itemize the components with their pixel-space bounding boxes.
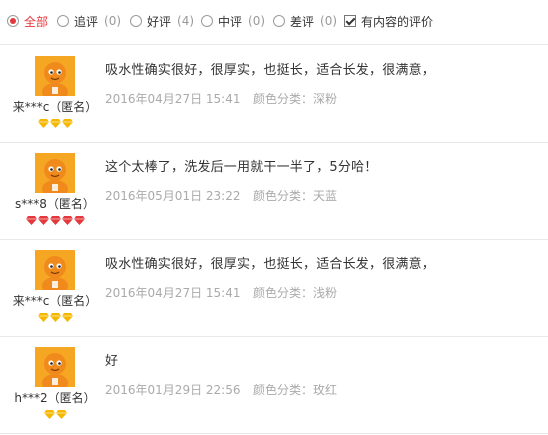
reviewer-info: s***8（匿名） xyxy=(0,143,110,239)
review-datetime: 2016年05月01日 23:22 xyxy=(105,189,241,203)
review-datetime: 2016年04月27日 15:41 xyxy=(105,92,241,106)
reviewer-name[interactable]: 来***c（匿名） xyxy=(0,292,110,309)
filter-neutral-label: 中评 xyxy=(218,14,243,29)
review-item: h***2（匿名） 好 2016年01月29日 22:56 颜色分类：玫红 xyxy=(0,337,548,434)
diamond-icon xyxy=(61,311,73,322)
review-datetime: 2016年01月29日 22:56 xyxy=(105,383,241,397)
review-meta: 2016年05月01日 23:22 颜色分类：天蓝 xyxy=(105,187,337,204)
filter-followup-label: 追评 xyxy=(74,14,99,29)
avatar[interactable] xyxy=(35,153,75,193)
filter-negative[interactable]: 差评 (0) xyxy=(273,13,337,29)
reviewer-info: 来***c（匿名） xyxy=(0,240,110,336)
diamond-icon xyxy=(25,214,37,225)
filter-positive-label: 好评 xyxy=(147,14,172,29)
reviewer-name[interactable]: 来***c（匿名） xyxy=(0,98,110,115)
review-meta: 2016年01月29日 22:56 颜色分类：玫红 xyxy=(105,381,337,398)
filter-negative-radio[interactable] xyxy=(273,15,285,27)
diamond-icon xyxy=(49,117,61,128)
review-comment: 吸水性确实很好，很厚实，也挺长，适合长发，很满意， xyxy=(105,257,436,272)
diamond-icon xyxy=(43,408,55,419)
review-meta: 2016年04月27日 15:41 颜色分类：浅粉 xyxy=(105,284,337,301)
filter-followup[interactable]: 追评 (0) xyxy=(57,13,121,29)
review-comment: 这个太棒了，洗发后一用就干一半了，5分哈！ xyxy=(105,160,378,175)
avatar[interactable] xyxy=(35,56,75,96)
reviewer-name[interactable]: s***8（匿名） xyxy=(0,195,110,212)
filter-negative-count: (0) xyxy=(320,14,338,28)
diamond-icon xyxy=(73,214,85,225)
reviewer-name[interactable]: h***2（匿名） xyxy=(0,389,110,406)
review-color-variant: 颜色分类：浅粉 xyxy=(253,286,338,300)
member-level-badges xyxy=(0,311,110,322)
review-color-variant: 颜色分类：玫红 xyxy=(253,383,338,397)
review-datetime: 2016年04月27日 15:41 xyxy=(105,286,241,300)
avatar[interactable] xyxy=(35,347,75,387)
member-level-badges xyxy=(0,408,110,419)
filter-all[interactable]: 全部 xyxy=(7,13,48,29)
filter-positive-radio[interactable] xyxy=(130,15,142,27)
filter-neutral[interactable]: 中评 (0) xyxy=(201,13,265,29)
filter-all-radio[interactable] xyxy=(7,15,19,27)
filter-all-label: 全部 xyxy=(24,14,49,29)
filter-followup-radio[interactable] xyxy=(57,15,69,27)
diamond-icon xyxy=(61,117,73,128)
review-comment: 吸水性确实很好，很厚实，也挺长，适合长发，很满意， xyxy=(105,63,436,78)
reviewer-info: h***2（匿名） xyxy=(0,337,110,433)
filter-neutral-radio[interactable] xyxy=(201,15,213,27)
filter-positive[interactable]: 好评 (4) xyxy=(130,13,194,29)
review-comment: 好 xyxy=(105,354,119,369)
diamond-icon xyxy=(37,214,49,225)
review-item: s***8（匿名） 这个太棒了，洗发后一用就干一半了，5分哈！ 2016年05月01… xyxy=(0,143,548,240)
review-color-variant: 颜色分类：天蓝 xyxy=(253,189,338,203)
member-level-badges xyxy=(0,214,110,225)
diamond-icon xyxy=(49,214,61,225)
reviewer-info: 来***c（匿名） xyxy=(0,46,110,142)
review-meta: 2016年04月27日 15:41 颜色分类：深粉 xyxy=(105,90,337,107)
filter-followup-count: (0) xyxy=(104,14,122,28)
diamond-icon xyxy=(37,311,49,322)
filter-neutral-count: (0) xyxy=(248,14,266,28)
diamond-icon xyxy=(49,311,61,322)
filter-negative-label: 差评 xyxy=(290,14,315,29)
content-only-label: 有内容的评价 xyxy=(361,14,434,29)
filter-positive-count: (4) xyxy=(177,14,195,28)
diamond-icon xyxy=(55,408,67,419)
diamond-icon xyxy=(37,117,49,128)
review-item: 来***c（匿名） 吸水性确实很好，很厚实，也挺长，适合长发，很满意， 2016年0… xyxy=(0,240,548,337)
content-only-toggle[interactable]: 有内容的评价 xyxy=(344,13,433,29)
avatar[interactable] xyxy=(35,250,75,290)
diamond-icon xyxy=(61,214,73,225)
member-level-badges xyxy=(0,117,110,128)
review-color-variant: 颜色分类：深粉 xyxy=(253,92,338,106)
content-only-checkbox[interactable] xyxy=(344,15,356,27)
review-item: 来***c（匿名） 吸水性确实很好，很厚实，也挺长，适合长发，很满意， 2016年0… xyxy=(0,46,548,143)
review-filter-bar: 全部 追评 (0) 好评 (4) 中评 (0) 差评 (0) 有内容的评价 xyxy=(0,0,548,45)
